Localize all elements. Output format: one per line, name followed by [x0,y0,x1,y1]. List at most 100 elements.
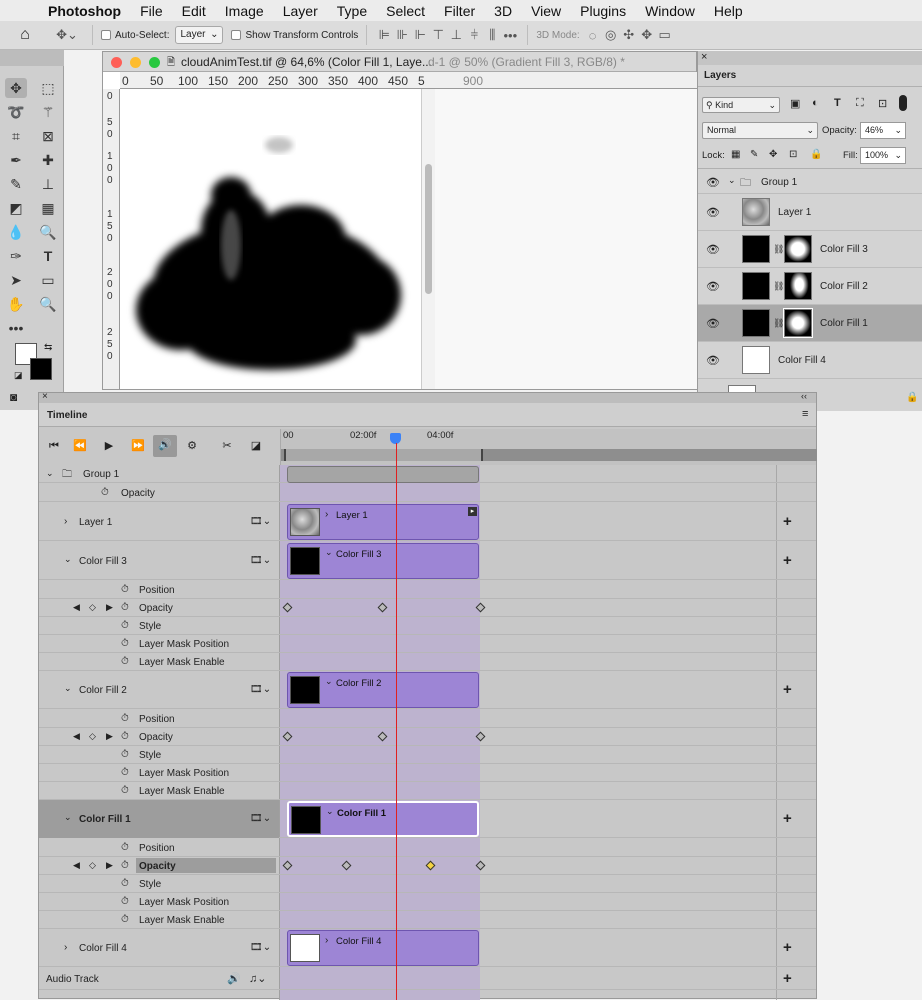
move-tool-preset-icon[interactable]: ✥⌄ [50,27,84,43]
layer-mask-thumbnail[interactable] [784,272,812,300]
previous-keyframe-icon[interactable]: ◀ [73,602,80,613]
add-media-plus-icon[interactable]: + [783,810,792,827]
keyframe[interactable] [282,602,293,613]
filter-smart-object-icon[interactable]: ⊡ [878,97,887,110]
move-tool-icon[interactable]: ✥ [5,78,27,98]
chevron-right-icon[interactable]: › [325,935,328,946]
add-media-plus-icon[interactable]: + [783,939,792,956]
menu-view[interactable]: View [522,3,571,19]
settings-gear-icon[interactable]: ⚙ [182,436,202,456]
home-icon[interactable]: ⌂ [0,26,50,44]
keyframe[interactable] [282,860,293,871]
maximize-window-icon[interactable] [149,57,160,68]
keyframe[interactable] [282,731,293,742]
layer-row-color-fill-4[interactable]: 👁 Color Fill 4 [698,342,922,379]
canvas[interactable] [121,90,421,389]
playhead-line[interactable] [396,443,397,1000]
frame-tool-icon[interactable]: ⊠ [37,126,59,146]
chevron-down-icon[interactable]: ⌄ [325,547,333,558]
3d-slide-icon[interactable]: ✥ [638,27,656,43]
minimize-window-icon[interactable] [130,57,141,68]
lock-position-icon[interactable]: ✥ [769,149,777,160]
keyframe[interactable] [377,731,388,742]
stopwatch-icon[interactable]: ⏱ [121,602,129,613]
track-property-opacity[interactable]: ⏱ Opacity [39,484,816,502]
close-panel-icon[interactable]: × [42,391,48,402]
stopwatch-icon[interactable]: ⏱ [121,713,129,724]
dodge-tool-icon[interactable]: 🔍 [37,222,59,242]
menu-plugins[interactable]: Plugins [571,3,636,19]
layer-row-layer-1[interactable]: 👁 Layer 1 [698,194,922,231]
track-row-color-fill-1-selected[interactable]: ⌄ Color Fill 1 🎞⌄ ⌄ Color Fill 1 + [39,800,816,838]
group-clip[interactable] [287,466,479,483]
align-top-icon[interactable]: ⊤ [429,27,447,43]
healing-tool-icon[interactable]: ✚ [37,150,59,170]
property-row-style[interactable]: ⏱ Style [39,617,816,635]
align-right-icon[interactable]: ⊩ [411,27,429,43]
stopwatch-icon[interactable]: ⏱ [121,842,129,853]
menu-3d[interactable]: 3D [485,3,522,19]
clip-color-fill-2[interactable]: ⌄ Color Fill 2 [287,672,479,708]
swap-colors-icon[interactable]: ⇆ [44,342,52,353]
add-keyframe-icon[interactable]: ◇ [89,602,96,613]
menu-type[interactable]: Type [327,3,376,19]
distribute-icon[interactable]: ⫼ [483,27,501,43]
chevron-down-icon[interactable]: ⌄ [326,806,334,817]
property-row-position[interactable]: ⏱ Position [39,581,816,599]
menu-layer[interactable]: Layer [273,3,327,19]
lasso-tool-icon[interactable]: ➰ [5,102,27,122]
track-row-audio[interactable]: Audio Track 🔊 ♫⌄ + [39,968,816,990]
align-left-icon[interactable]: ⊫ [375,27,393,43]
panel-menu-icon[interactable]: ≡ [802,408,808,420]
filter-kind-dropdown[interactable]: ⚲ Kind ⌄ [702,97,780,113]
align-bottom-icon[interactable]: ⫩ [465,27,483,43]
layers-tab[interactable]: Layers [704,70,736,81]
menu-app[interactable]: Photoshop [48,3,131,19]
timeline-tab[interactable]: Timeline [47,410,87,421]
transform-controls-checkbox[interactable] [231,30,242,40]
layer-row-group-1[interactable]: 👁 ⌄ 🗀 Group 1 [698,168,922,194]
next-keyframe-icon[interactable]: ▶ [106,602,113,613]
link-icon[interactable]: ⛓ [773,281,784,292]
clip-color-fill-4[interactable]: › Color Fill 4 [287,930,479,966]
lock-image-icon[interactable]: ✎ [750,149,758,160]
stopwatch-icon[interactable]: ⏱ [121,914,129,925]
clip-color-fill-3[interactable]: ⌄ Color Fill 3 [287,543,479,579]
property-row-position[interactable]: ⏱ Position [39,839,816,857]
property-row-layer-mask-position[interactable]: ⏱ Layer Mask Position [39,893,816,911]
property-row-opacity[interactable]: ◀ ◇ ▶ ⏱ Opacity [39,728,816,746]
menu-select[interactable]: Select [377,3,435,19]
filter-pixel-icon[interactable]: ▣ [790,97,800,110]
property-row-style[interactable]: ⏱ Style [39,875,816,893]
align-middle-icon[interactable]: ⊥ [447,27,465,43]
visibility-eye-icon[interactable]: 👁 [706,280,720,293]
3d-orbit-icon[interactable]: ◌ [584,28,602,43]
clip-color-fill-1[interactable]: ⌄ Color Fill 1 [287,801,479,837]
menu-file[interactable]: File [131,3,173,19]
layer-row-color-fill-1-selected[interactable]: 👁 ⛓ Color Fill 1 [698,305,922,342]
collapse-panel-icon[interactable]: ‹‹ [801,391,807,401]
opacity-field[interactable]: 46% ⌄ [860,122,906,139]
more-tools-icon[interactable]: ••• [5,318,27,338]
play-icon[interactable]: ▶ [99,436,119,456]
lock-all-icon[interactable]: 🔒 [810,149,822,160]
vertical-scrollbar[interactable] [421,89,435,389]
pen-tool-icon[interactable]: ✑ [5,246,27,266]
chevron-down-icon[interactable]: ⌄ [64,554,72,565]
blur-tool-icon[interactable]: 💧 [5,222,27,242]
music-note-icon[interactable]: ♫⌄ [249,972,266,985]
background-color-swatch[interactable] [30,358,52,380]
stopwatch-icon[interactable]: ⏱ [101,487,109,498]
default-colors-icon[interactable]: ◪ [14,370,23,381]
3d-roll-icon[interactable]: ◎ [602,27,620,43]
stopwatch-icon[interactable]: ⏱ [121,860,129,871]
filter-type-icon[interactable]: T [834,97,841,109]
film-icon[interactable]: 🎞⌄ [250,942,271,953]
keyframe[interactable] [475,731,486,742]
audio-toggle-icon[interactable]: 🔊 [153,435,177,457]
stopwatch-icon[interactable]: ⏱ [121,656,129,667]
zoom-tool-icon[interactable]: 🔍 [37,294,59,314]
chevron-down-icon[interactable]: ⌄ [64,683,72,694]
close-panel-icon[interactable]: × [701,51,707,63]
filter-adjustment-icon[interactable]: ◐ [812,97,819,109]
